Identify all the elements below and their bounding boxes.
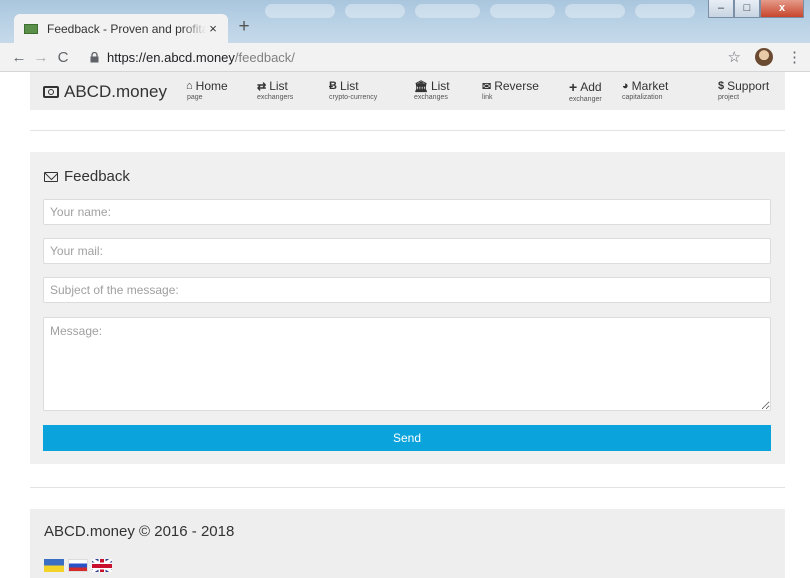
- browser-toolbar: ← → C https://en.abcd.money/feedback/ ☆ …: [0, 43, 810, 72]
- russia-flag-icon[interactable]: [68, 559, 88, 572]
- nav-item-market-cap[interactable]: ◕ Market capitalization: [622, 79, 668, 101]
- browser-tab-active[interactable]: Feedback - Proven and profitable exchang…: [14, 14, 228, 43]
- bookmark-star-icon[interactable]: ☆: [728, 48, 741, 66]
- divider: [30, 487, 785, 488]
- nav-sublabel: exchangers: [257, 94, 294, 101]
- message-field[interactable]: [43, 317, 771, 411]
- banknote-icon: [43, 86, 59, 98]
- nav-item-add-exchanger[interactable]: + Add exchanger: [569, 79, 602, 103]
- nav-item-list-crypto[interactable]: Ƀ List crypto-currency: [329, 79, 377, 101]
- lock-icon: [90, 51, 99, 62]
- language-switcher: [44, 559, 116, 572]
- nav-item-reverse-link[interactable]: ✉ Reverse link: [482, 79, 539, 101]
- reload-icon[interactable]: C: [52, 49, 74, 66]
- address-bar[interactable]: https://en.abcd.money/feedback/: [107, 50, 295, 65]
- nav-label: List: [430, 79, 450, 93]
- brand-logo[interactable]: ABCD.money: [43, 82, 167, 102]
- feedback-heading: Feedback: [44, 168, 130, 185]
- nav-item-list-exchangers[interactable]: ⇄ List exchangers: [257, 79, 293, 101]
- nav-sublabel: crypto-currency: [329, 94, 378, 101]
- nav-sublabel: exchanger: [569, 96, 602, 103]
- blurred-tab: [265, 4, 335, 18]
- email-field[interactable]: [43, 238, 771, 264]
- browser-menu-icon[interactable]: ⋮: [787, 48, 802, 66]
- nav-label: Reverse: [494, 79, 539, 93]
- plus-icon: +: [569, 79, 578, 95]
- blurred-tab: [635, 4, 695, 18]
- ukraine-flag-icon[interactable]: [44, 559, 64, 572]
- bitcoin-icon: Ƀ: [329, 80, 337, 92]
- url-path: /feedback/: [234, 49, 295, 65]
- url-host: https://en.abcd.money: [107, 49, 235, 65]
- copyright-text: ABCD.money © 2016 - 2018: [44, 523, 235, 540]
- envelope-icon: ✉: [482, 80, 492, 93]
- pie-chart-icon: ◕: [622, 80, 629, 92]
- browser-tabstrip: Feedback - Proven and profitable exchang…: [0, 0, 810, 43]
- nav-label: List: [269, 79, 288, 93]
- nav-sublabel: project: [718, 94, 740, 101]
- nav-label: Add: [580, 80, 602, 94]
- new-tab-button[interactable]: +: [234, 17, 254, 38]
- send-button[interactable]: Send: [43, 425, 771, 451]
- home-icon: ⌂: [186, 80, 193, 92]
- favicon-icon: [24, 23, 38, 34]
- name-field[interactable]: [43, 199, 771, 225]
- minimize-button[interactable]: ‒: [708, 0, 734, 18]
- subject-field[interactable]: [43, 277, 771, 303]
- dollar-icon: $: [718, 80, 725, 92]
- nav-label: Support: [727, 79, 770, 93]
- nav-item-support[interactable]: $ Support project: [718, 79, 769, 101]
- nav-label: Home: [195, 79, 228, 93]
- maximize-button[interactable]: □: [734, 0, 760, 18]
- nav-sublabel: link: [482, 94, 493, 101]
- profile-avatar[interactable]: [755, 48, 773, 66]
- tab-title: Feedback - Proven and profitable exchang…: [47, 21, 206, 36]
- window-controls: ‒ □ x: [708, 0, 804, 18]
- blurred-tab: [345, 4, 405, 18]
- blurred-tab: [415, 4, 480, 18]
- blurred-tab: [490, 4, 555, 18]
- nav-sublabel: page: [187, 94, 203, 101]
- back-arrow-icon[interactable]: ←: [8, 49, 30, 66]
- forward-arrow-icon[interactable]: →: [30, 49, 52, 66]
- blurred-tab: [565, 4, 625, 18]
- tab-close-icon[interactable]: ×: [206, 21, 220, 36]
- nav-label: List: [339, 79, 359, 93]
- site-footer: ABCD.money © 2016 - 2018: [30, 509, 785, 578]
- envelope-icon: [44, 171, 58, 182]
- feedback-panel: Feedback Send: [30, 152, 785, 464]
- brand-name: ABCD.money: [64, 82, 167, 101]
- exchange-arrows-icon: ⇄: [257, 80, 267, 93]
- nav-item-home[interactable]: ⌂ Home page: [186, 79, 228, 101]
- nav-label: Market: [631, 79, 669, 93]
- feedback-title: Feedback: [64, 168, 130, 185]
- uk-flag-icon[interactable]: [92, 559, 112, 572]
- bank-icon: 🏛: [414, 80, 428, 93]
- divider: [30, 130, 785, 131]
- nav-sublabel: exchanges: [414, 94, 448, 101]
- nav-item-list-exchanges[interactable]: 🏛 List exchanges: [414, 79, 450, 101]
- site-navbar: ABCD.money ⌂ Home page ⇄ List exchangers Ƀ…: [30, 72, 785, 110]
- nav-sublabel: capitalization: [622, 94, 663, 101]
- window-close-button[interactable]: x: [760, 0, 804, 18]
